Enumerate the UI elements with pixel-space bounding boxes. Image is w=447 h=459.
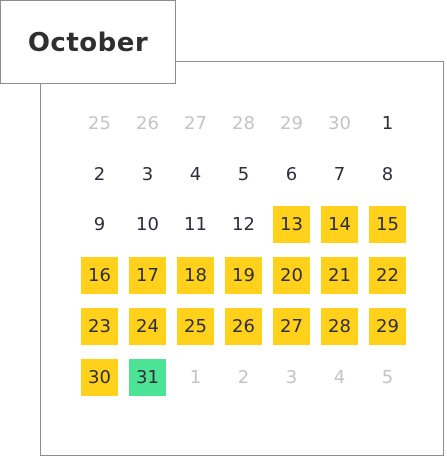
day-cell-selected[interactable]: 14: [321, 206, 358, 243]
month-title: October: [27, 28, 149, 58]
day-cell-selected[interactable]: 22: [369, 257, 406, 294]
calendar-panel: 25 26 27 28 29 30 1 2 3 4 5 6 7 8 9 10 11 12 13 14 15 16 17 18 1…: [40, 61, 444, 456]
day-cell[interactable]: 1: [369, 105, 406, 142]
day-cell-outside[interactable]: 2: [225, 359, 262, 396]
day-cell[interactable]: 8: [369, 156, 406, 193]
day-cell-outside[interactable]: 3: [273, 359, 310, 396]
day-cell-selected[interactable]: 13: [273, 206, 310, 243]
day-cell-selected[interactable]: 28: [321, 308, 358, 345]
day-cell[interactable]: 4: [177, 156, 214, 193]
day-cell[interactable]: 10: [129, 206, 166, 243]
calendar-widget: 25 26 27 28 29 30 1 2 3 4 5 6 7 8 9 10 11 12 13 14 15 16 17 18 1…: [0, 0, 447, 459]
day-cell[interactable]: 2: [81, 156, 118, 193]
day-cell-selected[interactable]: 19: [225, 257, 262, 294]
day-cell-selected[interactable]: 25: [177, 308, 214, 345]
day-cell[interactable]: 12: [225, 206, 262, 243]
day-cell-outside[interactable]: 27: [177, 105, 214, 142]
day-cell[interactable]: 9: [81, 206, 118, 243]
day-cell-selected[interactable]: 30: [81, 359, 118, 396]
day-cell-selected[interactable]: 16: [81, 257, 118, 294]
day-cell-outside[interactable]: 29: [273, 105, 310, 142]
day-cell-outside[interactable]: 4: [321, 359, 358, 396]
day-cell[interactable]: 5: [225, 156, 262, 193]
day-cell-selected[interactable]: 17: [129, 257, 166, 294]
day-cell-outside[interactable]: 28: [225, 105, 262, 142]
day-cell-selected[interactable]: 26: [225, 308, 262, 345]
day-cell[interactable]: 3: [129, 156, 166, 193]
day-cell-outside[interactable]: 25: [81, 105, 118, 142]
day-cell[interactable]: 11: [177, 206, 214, 243]
month-header: October: [0, 0, 176, 84]
day-cell-selected[interactable]: 27: [273, 308, 310, 345]
day-cell-selected[interactable]: 15: [369, 206, 406, 243]
day-cell-selected[interactable]: 21: [321, 257, 358, 294]
day-cell-selected[interactable]: 24: [129, 308, 166, 345]
day-cell-outside[interactable]: 1: [177, 359, 214, 396]
day-cell-today[interactable]: 31: [129, 359, 166, 396]
day-cell-selected[interactable]: 18: [177, 257, 214, 294]
day-cell-selected[interactable]: 20: [273, 257, 310, 294]
day-cell[interactable]: 6: [273, 156, 310, 193]
day-cell-outside[interactable]: 30: [321, 105, 358, 142]
day-cell-selected[interactable]: 29: [369, 308, 406, 345]
day-cell-outside[interactable]: 26: [129, 105, 166, 142]
day-cell[interactable]: 7: [321, 156, 358, 193]
day-cell-selected[interactable]: 23: [81, 308, 118, 345]
day-cell-outside[interactable]: 5: [369, 359, 406, 396]
